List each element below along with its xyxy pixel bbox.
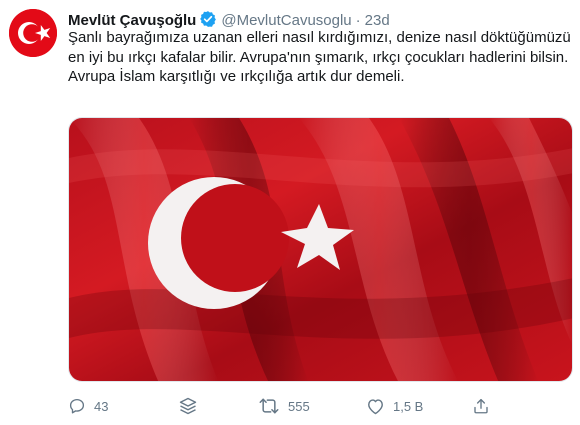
timestamp[interactable]: 23d [365, 12, 390, 29]
reply-button[interactable]: 43 [68, 394, 108, 418]
retweet-button[interactable]: 555 [258, 394, 310, 418]
tweet-line: en iyi bu ırkçı kafalar bilir. Avrupa'nı… [68, 48, 569, 66]
like-icon [368, 399, 383, 415]
retweet-icon [259, 398, 279, 414]
like-count: 1,5 B [393, 398, 424, 414]
turkish-flag-image [69, 118, 572, 381]
retweet-count: 555 [288, 398, 310, 414]
tweet-text: Şanlı bayrağımıza uzanan elleri nasıl kı… [68, 28, 573, 87]
tweet-line: Şanlı bayrağımıza uzanan elleri nasıl kı… [68, 29, 571, 46]
author-handle[interactable]: @MevlutCavusoglu [221, 12, 351, 29]
separator-dot: · [355, 12, 361, 29]
stack-icon [179, 397, 197, 415]
tweet-media-image[interactable] [68, 117, 573, 382]
stack-button[interactable] [178, 394, 198, 418]
share-button[interactable] [472, 394, 490, 418]
author-name[interactable]: Mevlüt Çavuşoğlu [68, 12, 196, 29]
tweet-actions: 43 555 1,5 B [68, 394, 573, 418]
share-icon [474, 398, 488, 414]
reply-icon [69, 398, 85, 414]
avatar[interactable] [9, 9, 57, 57]
reply-count: 43 [94, 398, 109, 414]
turkish-flag-icon [9, 9, 57, 57]
tweet-line: Avrupa İslam karşıtlığı ve ırkçılığa art… [68, 68, 405, 85]
like-button[interactable]: 1,5 B [366, 394, 423, 418]
